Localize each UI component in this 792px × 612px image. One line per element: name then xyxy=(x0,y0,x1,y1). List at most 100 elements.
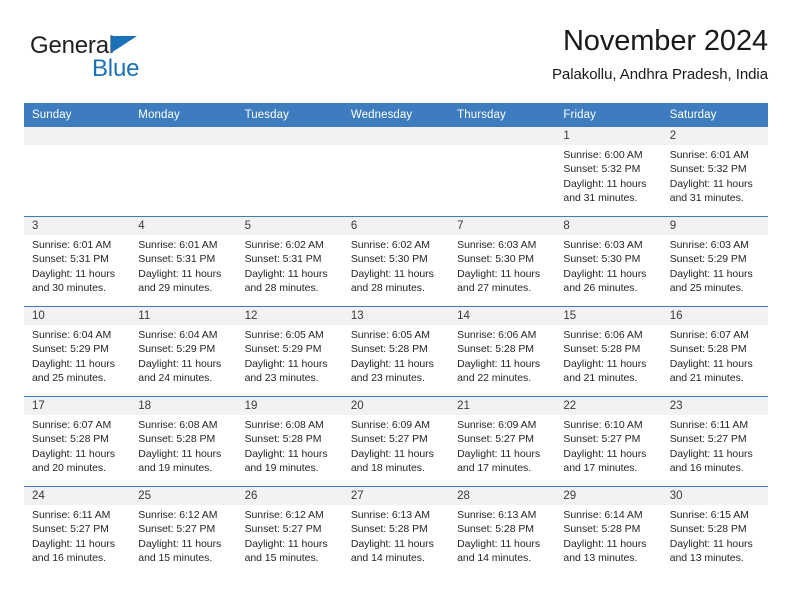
day-cell-details xyxy=(343,145,449,148)
day-cell-inner: 23 Sunrise: 6:11 AM Sunset: 5:27 PM Dayligh… xyxy=(661,397,768,486)
day-detail-line: Sunset: 5:31 PM xyxy=(138,253,216,266)
calendar-day-cell[interactable]: 16 Sunrise: 6:07 AM Sunset: 5:28 PM Dayligh… xyxy=(661,306,768,397)
calendar-day-cell[interactable]: 24 Sunrise: 6:11 AM Sunset: 5:27 PM Dayligh… xyxy=(24,486,131,576)
day-detail-line: Sunrise: 6:09 AM xyxy=(457,419,537,431)
calendar-day-cell[interactable]: 14 Sunrise: 6:06 AM Sunset: 5:28 PM Dayligh… xyxy=(449,306,556,397)
day-cell-inner: 9 Sunrise: 6:03 AM Sunset: 5:29 PM Daylight… xyxy=(661,217,768,306)
day-cell-details: Sunrise: 6:11 AM Sunset: 5:27 PM Daylight:… xyxy=(24,505,130,565)
day-detail-line: Sunset: 5:30 PM xyxy=(350,253,428,266)
day-detail-line: Sunrise: 6:07 AM xyxy=(32,419,112,431)
calendar-day-cell[interactable]: 11 Sunrise: 6:04 AM Sunset: 5:29 PM Dayligh… xyxy=(130,306,237,397)
day-detail-line: Sunset: 5:28 PM xyxy=(138,433,216,446)
calendar-day-cell[interactable]: 1 Sunrise: 6:00 AM Sunset: 5:32 PM Daylight… xyxy=(555,126,662,217)
day-cell-details: Sunrise: 6:01 AM Sunset: 5:32 PM Daylight:… xyxy=(662,145,768,205)
general-blue-logo[interactable]: General Blue xyxy=(30,32,180,88)
day-detail-line: Sunrise: 6:03 AM xyxy=(669,239,749,251)
day-detail-line: and 16 minutes. xyxy=(32,551,106,564)
calendar-day-cell[interactable]: 3 Sunrise: 6:01 AM Sunset: 5:31 PM Daylight… xyxy=(24,216,131,307)
day-cell-inner: 5 Sunrise: 6:02 AM Sunset: 5:31 PM Daylight… xyxy=(236,217,343,306)
day-detail-line: Sunrise: 6:11 AM xyxy=(669,419,749,431)
day-cell-details xyxy=(130,145,236,148)
day-detail-line: Daylight: 11 hours xyxy=(350,447,434,460)
day-number: 28 xyxy=(449,487,556,505)
day-detail-line: Sunrise: 6:06 AM xyxy=(563,329,643,341)
day-number: 2 xyxy=(661,127,768,145)
day-cell-inner: 22 Sunrise: 6:10 AM Sunset: 5:27 PM Dayligh… xyxy=(555,397,662,486)
day-detail-line: Sunrise: 6:03 AM xyxy=(563,239,643,251)
calendar-day-cell[interactable]: 9 Sunrise: 6:03 AM Sunset: 5:29 PM Daylight… xyxy=(661,216,768,307)
calendar-day-cell[interactable]: 20 Sunrise: 6:09 AM Sunset: 5:27 PM Dayligh… xyxy=(342,396,450,487)
day-cell-inner: 12 Sunrise: 6:05 AM Sunset: 5:29 PM Dayligh… xyxy=(236,307,343,396)
day-detail-line: Sunset: 5:27 PM xyxy=(563,433,641,446)
calendar-body: 1 Sunrise: 6:00 AM Sunset: 5:32 PM Daylight… xyxy=(24,126,768,576)
day-detail-line: Daylight: 11 hours xyxy=(669,357,753,370)
day-detail-line: Daylight: 11 hours xyxy=(32,537,115,550)
calendar-day-cell-empty xyxy=(449,126,556,217)
day-number: 24 xyxy=(24,487,131,505)
day-cell-details: Sunrise: 6:03 AM Sunset: 5:29 PM Daylight:… xyxy=(662,235,768,295)
day-number: 10 xyxy=(24,307,131,325)
weekday-header-wednesday: Wednesday xyxy=(342,103,450,127)
weekday-header-thursday: Thursday xyxy=(449,103,556,127)
calendar-day-cell[interactable]: 19 Sunrise: 6:08 AM Sunset: 5:28 PM Dayligh… xyxy=(236,396,343,487)
day-detail-line: Sunset: 5:28 PM xyxy=(244,433,322,446)
day-detail-line: Sunset: 5:28 PM xyxy=(563,343,641,356)
calendar-day-cell[interactable]: 23 Sunrise: 6:11 AM Sunset: 5:27 PM Dayligh… xyxy=(661,396,768,487)
calendar-day-cell[interactable]: 18 Sunrise: 6:08 AM Sunset: 5:28 PM Dayligh… xyxy=(130,396,237,487)
day-detail-line: Sunrise: 6:06 AM xyxy=(457,329,537,341)
day-cell-details: Sunrise: 6:07 AM Sunset: 5:28 PM Daylight:… xyxy=(662,325,768,385)
day-number: 4 xyxy=(130,217,237,235)
title-block: November 2024 Palakollu, Andhra Pradesh,… xyxy=(552,24,768,86)
calendar-day-cell[interactable]: 5 Sunrise: 6:02 AM Sunset: 5:31 PM Daylight… xyxy=(236,216,343,307)
day-detail-line: Daylight: 11 hours xyxy=(563,267,647,280)
day-detail-line: Sunset: 5:27 PM xyxy=(32,523,109,536)
calendar-day-cell[interactable]: 25 Sunrise: 6:12 AM Sunset: 5:27 PM Dayligh… xyxy=(130,486,237,576)
calendar-day-cell[interactable]: 29 Sunrise: 6:14 AM Sunset: 5:28 PM Dayligh… xyxy=(555,486,662,576)
day-detail-line: and 15 minutes. xyxy=(138,551,213,564)
calendar-day-cell-empty xyxy=(342,126,450,217)
day-detail-line: Daylight: 11 hours xyxy=(669,267,753,280)
day-detail-line: Sunset: 5:29 PM xyxy=(138,343,216,356)
day-detail-line: Daylight: 11 hours xyxy=(350,357,434,370)
calendar-day-cell[interactable]: 13 Sunrise: 6:05 AM Sunset: 5:28 PM Dayligh… xyxy=(342,306,450,397)
calendar-day-cell[interactable]: 2 Sunrise: 6:01 AM Sunset: 5:32 PM Daylight… xyxy=(661,126,768,217)
day-number: 9 xyxy=(661,217,768,235)
calendar-grid: Sunday Monday Tuesday Wednesday Thursday… xyxy=(24,103,768,576)
page-subtitle: Palakollu, Andhra Pradesh, India xyxy=(551,66,768,83)
calendar-day-cell[interactable]: 26 Sunrise: 6:12 AM Sunset: 5:27 PM Dayligh… xyxy=(236,486,343,576)
day-cell-details: Sunrise: 6:06 AM Sunset: 5:28 PM Daylight:… xyxy=(449,325,555,385)
calendar-day-cell[interactable]: 22 Sunrise: 6:10 AM Sunset: 5:27 PM Dayligh… xyxy=(555,396,662,487)
day-cell-details xyxy=(449,145,555,148)
day-number: 11 xyxy=(130,307,237,325)
day-detail-line: Sunset: 5:28 PM xyxy=(350,523,428,536)
calendar-day-cell[interactable]: 17 Sunrise: 6:07 AM Sunset: 5:28 PM Dayligh… xyxy=(24,396,131,487)
day-cell-inner: 29 Sunrise: 6:14 AM Sunset: 5:28 PM Dayligh… xyxy=(555,487,662,576)
calendar-day-cell[interactable]: 27 Sunrise: 6:13 AM Sunset: 5:28 PM Dayligh… xyxy=(342,486,450,576)
day-cell-details: Sunrise: 6:04 AM Sunset: 5:29 PM Daylight:… xyxy=(130,325,236,385)
grid-bottom-spacer xyxy=(24,569,768,570)
day-detail-line: Daylight: 11 hours xyxy=(244,447,328,460)
calendar-day-cell[interactable]: 7 Sunrise: 6:03 AM Sunset: 5:30 PM Daylight… xyxy=(449,216,556,307)
day-number xyxy=(130,127,237,145)
calendar-day-cell[interactable]: 30 Sunrise: 6:15 AM Sunset: 5:28 PM Dayligh… xyxy=(661,486,768,576)
day-cell-inner: 24 Sunrise: 6:11 AM Sunset: 5:27 PM Dayligh… xyxy=(24,487,131,576)
calendar-day-cell[interactable]: 4 Sunrise: 6:01 AM Sunset: 5:31 PM Daylight… xyxy=(130,216,237,307)
day-detail-line: Daylight: 11 hours xyxy=(669,537,753,550)
calendar-day-cell[interactable]: 6 Sunrise: 6:02 AM Sunset: 5:30 PM Daylight… xyxy=(342,216,450,307)
day-number: 16 xyxy=(661,307,768,325)
day-number: 7 xyxy=(449,217,556,235)
calendar-day-cell[interactable]: 21 Sunrise: 6:09 AM Sunset: 5:27 PM Dayligh… xyxy=(449,396,556,487)
calendar-day-cell[interactable]: 8 Sunrise: 6:03 AM Sunset: 5:30 PM Daylight… xyxy=(555,216,662,307)
day-detail-line: Daylight: 11 hours xyxy=(457,447,541,460)
day-detail-line: Daylight: 11 hours xyxy=(563,177,647,190)
calendar-day-cell[interactable]: 12 Sunrise: 6:05 AM Sunset: 5:29 PM Dayligh… xyxy=(236,306,343,397)
day-number: 18 xyxy=(130,397,237,415)
day-detail-line: Daylight: 11 hours xyxy=(138,267,222,280)
day-detail-line: Daylight: 11 hours xyxy=(138,447,222,460)
weekday-header-friday: Friday xyxy=(555,103,662,127)
day-cell-details: Sunrise: 6:02 AM Sunset: 5:31 PM Daylight:… xyxy=(237,235,343,295)
calendar-day-cell[interactable]: 10 Sunrise: 6:04 AM Sunset: 5:29 PM Dayligh… xyxy=(24,306,131,397)
calendar-day-cell[interactable]: 28 Sunrise: 6:13 AM Sunset: 5:28 PM Dayligh… xyxy=(449,486,556,576)
calendar-day-cell[interactable]: 15 Sunrise: 6:06 AM Sunset: 5:28 PM Dayligh… xyxy=(555,306,662,397)
day-cell-inner: 8 Sunrise: 6:03 AM Sunset: 5:30 PM Daylight… xyxy=(555,217,662,306)
